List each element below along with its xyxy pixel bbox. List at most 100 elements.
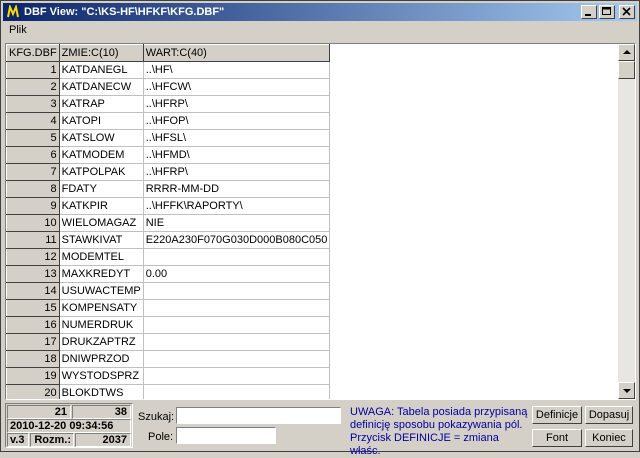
table-row[interactable]: 3 KATRAP ..\HFRP\ xyxy=(6,95,331,113)
table-row[interactable]: 11 STAWKIVAT E220A230F070G030D000B080C050 xyxy=(6,231,331,249)
row-number[interactable]: 3 xyxy=(6,95,60,113)
minimize-button[interactable] xyxy=(581,5,597,19)
title-bar[interactable]: DBF View: "C:\KS-HF\HFKF\KFG.DBF" xyxy=(3,3,637,21)
row-number[interactable]: 19 xyxy=(6,367,60,385)
row-number[interactable]: 18 xyxy=(6,350,60,368)
wart-cell[interactable]: NIE xyxy=(143,214,331,232)
table-row[interactable]: 12 MODEMTEL xyxy=(6,248,331,266)
zmie-cell[interactable]: DNIWPRZOD xyxy=(59,350,144,368)
row-number[interactable]: 10 xyxy=(6,214,60,232)
wart-cell[interactable]: ..\HFRP\ xyxy=(143,95,331,113)
zmie-cell[interactable]: KATMODEM xyxy=(59,146,144,164)
row-number[interactable]: 16 xyxy=(6,316,60,334)
zmie-cell[interactable]: BLOKDTWS xyxy=(59,384,144,399)
row-number[interactable]: 8 xyxy=(6,180,60,198)
font-button[interactable]: Font xyxy=(532,429,582,447)
table-row[interactable]: 20 BLOKDTWS xyxy=(6,384,331,399)
dopasuj-button[interactable]: Dopasuj xyxy=(585,406,633,424)
zmie-cell[interactable]: KATPOLPAK xyxy=(59,163,144,181)
wart-cell[interactable]: ..\HFRP\ xyxy=(143,163,331,181)
maximize-button[interactable] xyxy=(599,5,615,19)
szukaj-input[interactable] xyxy=(176,407,341,424)
koniec-button[interactable]: Koniec xyxy=(585,429,633,447)
table-row[interactable]: 9 KATKPIR ..\HFFK\RAPORTY\ xyxy=(6,197,331,215)
zmie-cell[interactable]: KATDANEGL xyxy=(59,61,144,79)
zmie-cell[interactable]: MAXKREDYT xyxy=(59,265,144,283)
row-number[interactable]: 17 xyxy=(6,333,60,351)
row-number[interactable]: 15 xyxy=(6,299,60,317)
table-row[interactable]: 10 WIELOMAGAZ NIE xyxy=(6,214,331,232)
wart-cell[interactable]: ..\HFCW\ xyxy=(143,78,331,96)
vertical-scrollbar[interactable] xyxy=(618,44,635,399)
zmie-cell[interactable]: MODEMTEL xyxy=(59,248,144,266)
table-row[interactable]: 13 MAXKREDYT 0.00 xyxy=(6,265,331,283)
table-row[interactable]: 14 USUWACTEMP xyxy=(6,282,331,300)
table-row[interactable]: 7 KATPOLPAK ..\HFRP\ xyxy=(6,163,331,181)
wart-cell[interactable]: ..\HFFK\RAPORTY\ xyxy=(143,197,331,215)
table-row[interactable]: 19 WYSTODSPRZ xyxy=(6,367,331,385)
zmie-cell[interactable]: WIELOMAGAZ xyxy=(59,214,144,232)
wart-cell[interactable]: ..\HFOP\ xyxy=(143,112,331,130)
table-row[interactable]: 16 NUMERDRUK xyxy=(6,316,331,334)
zmie-cell[interactable]: KATKPIR xyxy=(59,197,144,215)
table-row[interactable]: 8 FDATY RRRR-MM-DD xyxy=(6,180,331,198)
wart-cell[interactable] xyxy=(143,367,331,385)
wart-cell[interactable] xyxy=(143,299,331,317)
zmie-cell[interactable]: KATRAP xyxy=(59,95,144,113)
definicje-button[interactable]: Definicje xyxy=(532,406,582,424)
wart-cell[interactable] xyxy=(143,248,331,266)
zmie-cell[interactable]: KATDANECW xyxy=(59,78,144,96)
wart-cell[interactable]: RRRR-MM-DD xyxy=(143,180,331,198)
zmie-cell[interactable]: FDATY xyxy=(59,180,144,198)
table-row[interactable]: 17 DRUKZAPTRZ xyxy=(6,333,331,351)
zmie-cell[interactable]: KATSLOW xyxy=(59,129,144,147)
zmie-cell[interactable]: DRUKZAPTRZ xyxy=(59,333,144,351)
scroll-up-button[interactable] xyxy=(618,44,635,61)
row-number[interactable]: 11 xyxy=(6,231,60,249)
table-row[interactable]: 5 KATSLOW ..\HFSL\ xyxy=(6,129,331,147)
column-header-wart[interactable]: WART:C(40) xyxy=(142,44,331,62)
wart-cell[interactable] xyxy=(143,333,331,351)
size-value: 2037 xyxy=(75,433,131,447)
wart-cell[interactable]: ..\HFMD\ xyxy=(143,146,331,164)
pole-input[interactable] xyxy=(176,427,276,444)
row-number[interactable]: 13 xyxy=(6,265,60,283)
table-row[interactable]: 4 KATOPI ..\HFOP\ xyxy=(6,112,331,130)
data-grid[interactable]: KFG.DBF ZMIE:C(10) WART:C(40) 1 KATDANEGL… xyxy=(5,43,636,400)
zmie-cell[interactable]: STAWKIVAT xyxy=(59,231,144,249)
zmie-cell[interactable]: KATOPI xyxy=(59,112,144,130)
row-number[interactable]: 6 xyxy=(6,146,60,164)
scroll-down-button[interactable] xyxy=(618,382,635,399)
wart-cell[interactable]: ..\HFSL\ xyxy=(143,129,331,147)
scroll-thumb[interactable] xyxy=(618,61,635,79)
wart-cell[interactable]: 0.00 xyxy=(143,265,331,283)
zmie-cell[interactable]: NUMERDRUK xyxy=(59,316,144,334)
zmie-cell[interactable]: WYSTODSPRZ xyxy=(59,367,144,385)
wart-cell[interactable]: ..\HF\ xyxy=(143,61,331,79)
table-row[interactable]: 18 DNIWPRZOD xyxy=(6,350,331,368)
row-number[interactable]: 7 xyxy=(6,163,60,181)
table-row[interactable]: 6 KATMODEM ..\HFMD\ xyxy=(6,146,331,164)
wart-cell[interactable] xyxy=(143,316,331,334)
wart-cell[interactable] xyxy=(143,350,331,368)
menu-plik[interactable]: Plik xyxy=(9,24,27,36)
row-number[interactable]: 1 xyxy=(6,61,60,79)
row-number[interactable]: 2 xyxy=(6,78,60,96)
zmie-cell[interactable]: USUWACTEMP xyxy=(59,282,144,300)
column-header-zmie[interactable]: ZMIE:C(10) xyxy=(58,44,144,62)
wart-cell[interactable] xyxy=(143,384,331,399)
column-header-kfg[interactable]: KFG.DBF xyxy=(6,44,60,62)
wart-cell[interactable]: E220A230F070G030D000B080C050 xyxy=(143,231,331,249)
table-row[interactable]: 2 KATDANECW ..\HFCW\ xyxy=(6,78,331,96)
table-row[interactable]: 1 KATDANEGL ..\HF\ xyxy=(6,61,331,79)
row-number[interactable]: 9 xyxy=(6,197,60,215)
row-number[interactable]: 20 xyxy=(6,384,60,399)
row-number[interactable]: 5 xyxy=(6,129,60,147)
zmie-cell[interactable]: KOMPENSATY xyxy=(59,299,144,317)
row-number[interactable]: 12 xyxy=(6,248,60,266)
wart-cell[interactable] xyxy=(143,282,331,300)
row-number[interactable]: 4 xyxy=(6,112,60,130)
close-button[interactable] xyxy=(619,5,635,19)
table-row[interactable]: 15 KOMPENSATY xyxy=(6,299,331,317)
row-number[interactable]: 14 xyxy=(6,282,60,300)
